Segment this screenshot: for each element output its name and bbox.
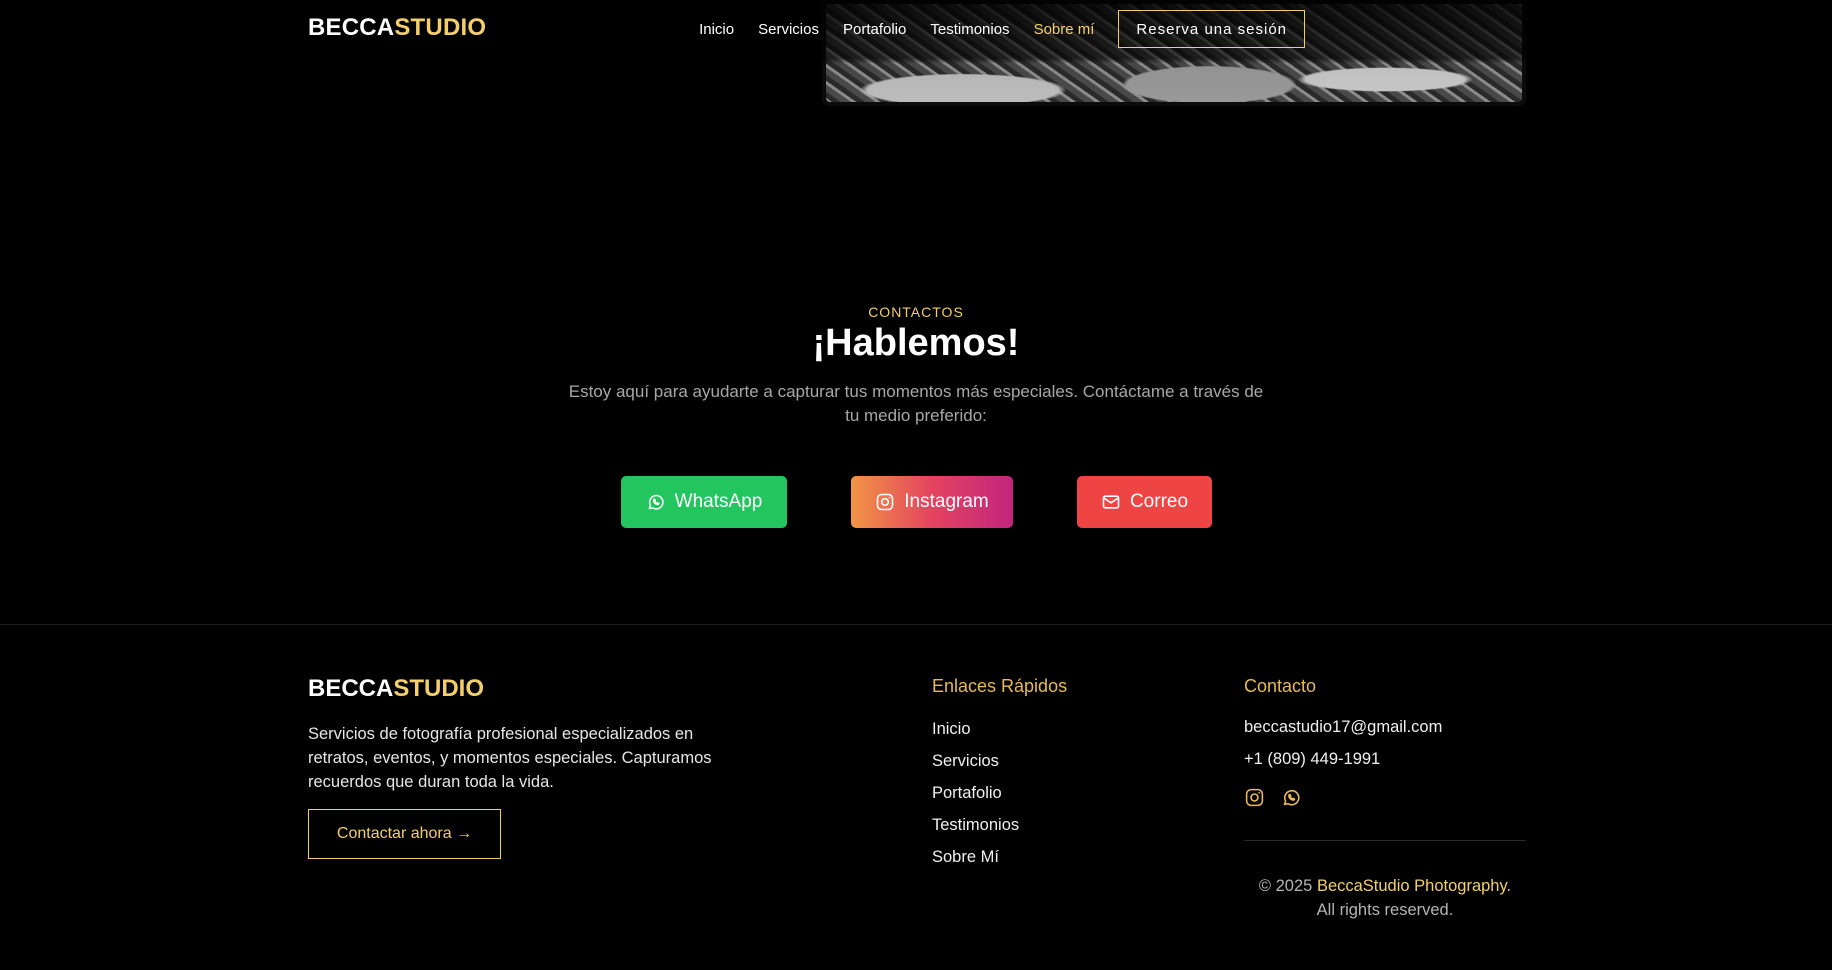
logo-part-studio: STUDIO — [394, 14, 487, 41]
footer-description: Servicios de fotografía profesional espe… — [308, 725, 712, 791]
footer-email[interactable]: beccastudio17@gmail.com — [1244, 718, 1442, 737]
mail-icon — [1102, 495, 1120, 509]
brand-logo[interactable]: BECCASTUDIO — [308, 14, 486, 42]
copyright-brand: BeccaStudio Photography. — [1316, 877, 1512, 895]
footer-logo[interactable]: BECCASTUDIO — [308, 675, 484, 703]
main-nav: Inicio Servicios Portafolio Testimonios … — [675, 10, 1305, 48]
nav-sobre-mi[interactable]: Sobre mí — [1034, 21, 1095, 38]
instagram-icon — [876, 493, 894, 511]
footer-phone[interactable]: +1 (809) 449-1991 — [1244, 750, 1380, 769]
footer-link-sobre-mi[interactable]: Sobre Mí — [932, 846, 1019, 878]
footer-link-testimonios[interactable]: Testimonios — [932, 814, 1019, 846]
footer-link-portafolio[interactable]: Portafolio — [932, 782, 1019, 814]
site-header: BECCASTUDIO Inicio Servicios Portafolio … — [0, 0, 1832, 58]
quick-links-list: Inicio Servicios Portafolio Testimonios … — [932, 718, 1019, 878]
social-links — [1244, 787, 1302, 808]
instagram-button[interactable]: Instagram — [851, 476, 1013, 528]
contact-title: ¡Hablemos! — [812, 322, 1020, 364]
footer-logo-part-studio: STUDIO — [393, 675, 485, 702]
whatsapp-icon[interactable] — [1281, 787, 1302, 808]
quick-links-title: Enlaces Rápidos — [932, 676, 1068, 696]
contact-divider — [1244, 840, 1526, 841]
nav-portafolio[interactable]: Portafolio — [843, 21, 906, 38]
copyright-suffix: All rights reserved. — [1316, 901, 1454, 919]
copyright: © 2025 BeccaStudio Photography. All righ… — [1244, 874, 1526, 922]
contact-description: Estoy aquí para ayudarte a capturar tus … — [568, 382, 1264, 425]
reserve-session-button[interactable]: Reserva una sesión — [1118, 10, 1305, 48]
nav-testimonios[interactable]: Testimonios — [930, 21, 1009, 38]
email-label: Correo — [1129, 491, 1189, 512]
whatsapp-button[interactable]: WhatsApp — [621, 476, 787, 528]
copyright-prefix: © 2025 — [1258, 877, 1313, 895]
contact-column-title: Contacto — [1244, 676, 1317, 696]
footer-logo-part-becca: BECCA — [308, 675, 394, 702]
contact-now-button[interactable]: Contactar ahora → — [308, 809, 501, 859]
footer-link-inicio[interactable]: Inicio — [932, 718, 1019, 750]
nav-inicio[interactable]: Inicio — [699, 21, 734, 38]
contact-eyebrow: CONTACTOS — [868, 304, 964, 320]
whatsapp-label: WhatsApp — [674, 491, 763, 512]
whatsapp-icon — [648, 494, 664, 510]
instagram-icon[interactable] — [1244, 787, 1265, 808]
footer-link-servicios[interactable]: Servicios — [932, 750, 1019, 782]
email-button[interactable]: Correo — [1077, 476, 1212, 528]
footer-divider — [0, 624, 1832, 625]
instagram-label: Instagram — [904, 491, 989, 512]
nav-servicios[interactable]: Servicios — [758, 21, 819, 38]
logo-part-becca: BECCA — [308, 14, 395, 41]
